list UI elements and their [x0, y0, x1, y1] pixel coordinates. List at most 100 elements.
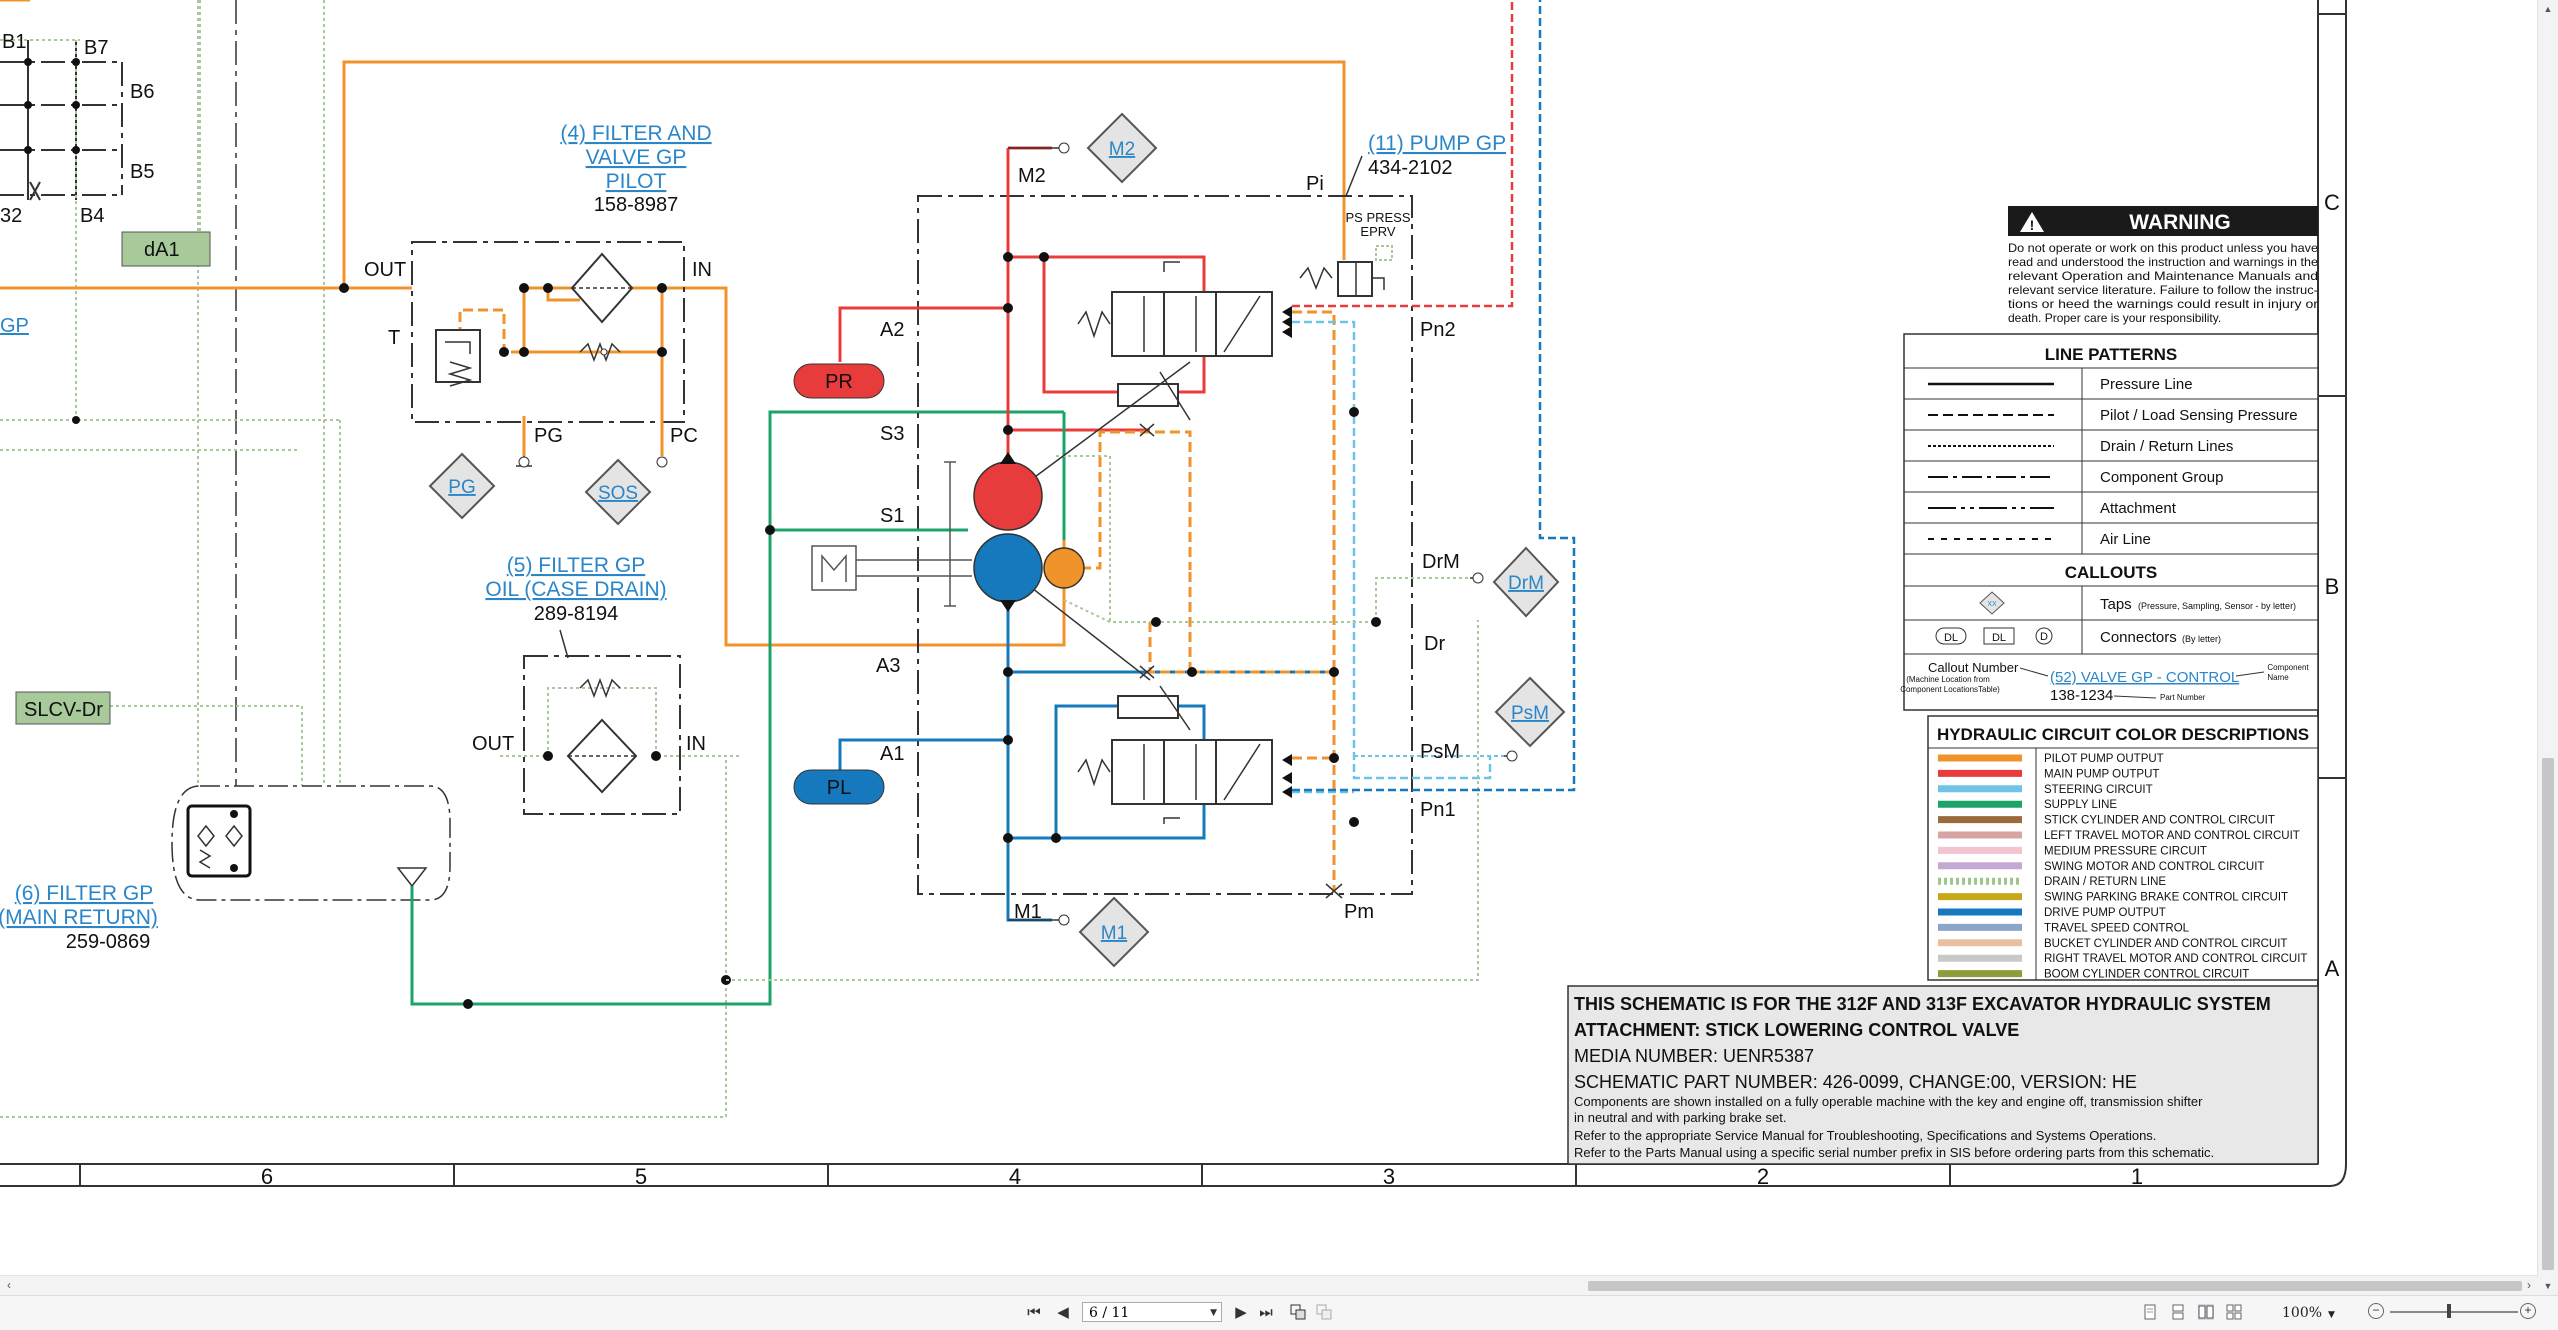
filter-case-title-2[interactable]: OIL (CASE DRAIN) [485, 578, 666, 601]
line-pattern-label: Pressure Line [2100, 376, 2193, 393]
label-pg: PG [534, 425, 563, 447]
page-number-select[interactable]: 6 / 11 ▼ [1082, 1302, 1222, 1322]
filter-return-title-1[interactable]: (6) FILTER GP [15, 882, 153, 905]
filter-pilot-title-2[interactable]: VALVE GP [586, 146, 687, 169]
vertical-scrollbar[interactable]: ▲ ▼ [2537, 0, 2558, 1295]
hydraulic-schematic: B1 B7 B6 B5 B4 32 GP dA1 SLCV-Dr (4) FIL… [0, 0, 2347, 1189]
line-pattern-label: Pilot / Load Sensing Pressure [2100, 407, 2298, 424]
filter-case-part: 289-8194 [534, 603, 619, 625]
vertical-scroll-thumb[interactable] [2542, 758, 2554, 1270]
tap-psm-label: PsM [1511, 703, 1549, 724]
color-desc-label: SWING MOTOR AND CONTROL CIRCUIT [2044, 861, 2264, 873]
zoom-in-button[interactable]: + [2520, 1303, 2536, 1319]
label-s1: S1 [880, 505, 904, 527]
zone-row-b: B [2325, 574, 2340, 599]
title-note-3: Refer to the appropriate Service Manual … [1574, 1128, 2156, 1143]
zoom-slider-handle[interactable] [2447, 1304, 2451, 1318]
tap-psm[interactable]: PsM [1494, 676, 1566, 748]
color-desc-label: SWING PARKING BRAKE CONTROL CIRCUIT [2044, 892, 2288, 904]
label-b7: B7 [84, 37, 108, 59]
line-pattern-label: Drain / Return Lines [2100, 438, 2233, 455]
tap-sos-label: SOS [598, 483, 638, 504]
color-desc-label: DRAIN / RETURN LINE [2044, 876, 2166, 888]
color-desc-title: HYDRAULIC CIRCUIT COLOR DESCRIPTIONS [1937, 725, 2309, 744]
callouts-connectors-note: (By letter) [2182, 634, 2221, 644]
zone-col-2: 2 [1757, 1164, 1769, 1189]
callout-sub-2: Component LocationsTable) [1900, 685, 2000, 694]
tap-m1[interactable]: M1 [1078, 896, 1150, 968]
connector-da1-label: dA1 [144, 239, 180, 261]
page-number-value: 6 / 11 [1089, 1305, 1130, 1321]
label-psm: PsM [1420, 741, 1460, 763]
scroll-up-arrow[interactable]: ▲ [2538, 2, 2558, 16]
title-block: THIS SCHEMATIC IS FOR THE 312F AND 313F … [1567, 985, 2319, 1165]
connector-pl: PL [793, 769, 885, 805]
color-desc-label: TRAVEL SPEED CONTROL [2044, 922, 2190, 934]
callout-link-example[interactable]: (52) VALVE GP - CONTROL [2050, 669, 2239, 686]
last-page-button[interactable]: ⏭ [1256, 1304, 1276, 1322]
horizontal-scrollbar[interactable]: ‹ › [0, 1275, 2538, 1296]
filter-case-group [500, 629, 740, 815]
pilot-pump [1043, 547, 1085, 589]
prev-page-button[interactable]: ◀ [1054, 1304, 1072, 1322]
line-pattern-label: Component Group [2100, 469, 2223, 486]
connector-pl-label: PL [827, 777, 851, 799]
next-page-button[interactable]: ▶ [1232, 1304, 1250, 1322]
callouts-title: CALLOUTS [2065, 563, 2158, 582]
pump-title[interactable]: (11) PUMP GP [1368, 132, 1506, 155]
document-viewport[interactable]: B1 B7 B6 B5 B4 32 GP dA1 SLCV-Dr (4) FIL… [0, 0, 2538, 1275]
scroll-down-arrow[interactable]: ▼ [2538, 1279, 2558, 1293]
two-page-view-icon[interactable] [2198, 1304, 2214, 1320]
ps-press-2: EPRV [1360, 224, 1395, 239]
label-a1: A1 [880, 743, 904, 765]
label-gp-link[interactable]: GP [0, 315, 29, 337]
label-pn2: Pn2 [1420, 319, 1456, 341]
tap-sos[interactable]: SOS [584, 458, 652, 526]
viewer-toolbar: ⏮ ◀ 6 / 11 ▼ ▶ ⏭ 100% ▼ − + [0, 1295, 2558, 1330]
warning-line-4: relevant service literature. Failure to … [2008, 283, 2318, 297]
first-page-button[interactable]: ⏮ [1024, 1304, 1044, 1322]
copy-page-disabled-icon[interactable] [1316, 1304, 1332, 1320]
tap-pg[interactable]: PG [428, 452, 496, 520]
warning-line-2: read and understood the instruction and … [2008, 255, 2318, 269]
zoom-out-button[interactable]: − [2368, 1303, 2384, 1319]
label-pi: Pi [1306, 173, 1324, 195]
connector-sym-1: DL [1944, 632, 1958, 644]
filter-pilot-title-1[interactable]: (4) FILTER AND [560, 122, 711, 145]
label-pc: PC [670, 425, 698, 447]
zoom-slider[interactable] [2390, 1311, 2518, 1313]
filter-pilot-title-3[interactable]: PILOT [606, 170, 667, 193]
tap-drm[interactable]: DrM [1492, 546, 1560, 618]
line-pattern-label: Air Line [2100, 531, 2151, 548]
warning-box: ! WARNING Do not operate or work on this… [2008, 206, 2318, 325]
tap-m1-label: M1 [1101, 923, 1127, 944]
scroll-right-arrow[interactable]: › [2522, 1278, 2536, 1292]
single-page-view-icon[interactable] [2142, 1304, 2158, 1320]
line-patterns-title: LINE PATTERNS [2045, 345, 2178, 364]
two-page-continuous-icon[interactable] [2226, 1304, 2242, 1320]
zone-col-5: 5 [635, 1164, 647, 1189]
tap-m2[interactable]: M2 [1086, 112, 1158, 184]
label-m2: M2 [1018, 165, 1046, 187]
continuous-view-icon[interactable] [2170, 1304, 2186, 1320]
color-desc-label: BUCKET CYLINDER AND CONTROL CIRCUIT [2044, 938, 2287, 950]
copy-page-icon[interactable] [1290, 1304, 1306, 1320]
filter-return-title-2[interactable]: (MAIN RETURN) [0, 906, 158, 929]
color-desc-label: RIGHT TRAVEL MOTOR AND CONTROL CIRCUIT [2044, 953, 2307, 965]
filter-case-title-1[interactable]: (5) FILTER GP [507, 554, 645, 577]
color-descriptions-legend: HYDRAULIC CIRCUIT COLOR DESCRIPTIONS PIL… [1927, 715, 2319, 981]
label-out-1: OUT [364, 259, 406, 281]
title-line-2: ATTACHMENT: STICK LOWERING CONTROL VALVE [1574, 1020, 2019, 1040]
label-pm: Pm [1344, 901, 1374, 923]
callouts-taps-note: (Pressure, Sampling, Sensor - by letter) [2138, 601, 2296, 611]
chevron-down-icon: ▼ [1210, 1308, 1217, 1318]
color-desc-label: DRIVE PUMP OUTPUT [2044, 907, 2166, 919]
zoom-value: 100% [2282, 1305, 2323, 1321]
scroll-left-arrow[interactable]: ‹ [2, 1278, 16, 1292]
zone-col-1: 1 [2131, 1164, 2143, 1189]
warning-line-5: tions or heed the warnings could result … [2008, 297, 2318, 311]
zoom-select[interactable]: 100% ▼ [2282, 1303, 2346, 1323]
horizontal-scroll-thumb[interactable] [1588, 1281, 2522, 1291]
filter-return-part: 259-0869 [66, 931, 151, 953]
ps-press-1: PS PRESS [1345, 210, 1410, 225]
